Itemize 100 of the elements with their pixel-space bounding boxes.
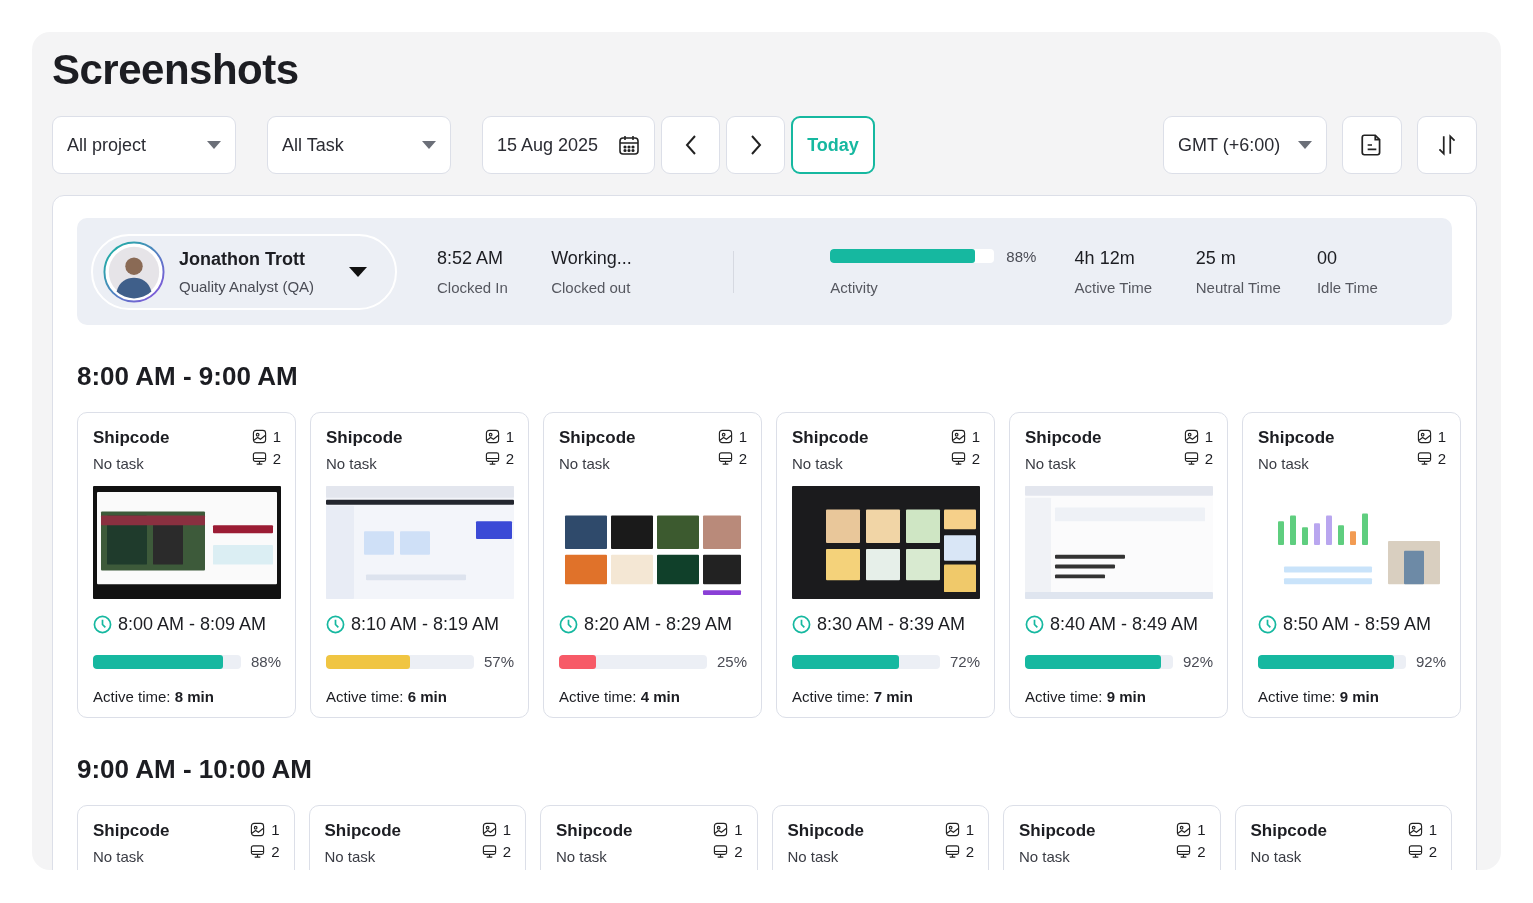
image-icon — [1183, 429, 1199, 444]
task-name: No task — [326, 455, 378, 472]
task-name: No task — [787, 848, 840, 865]
screenshot-card[interactable]: Shipcode No task 1 2 — [540, 805, 758, 870]
date-picker[interactable]: 15 Aug 2025 — [482, 116, 655, 174]
screenshot-card[interactable]: Shipcode No task 1 2 — [1234, 805, 1452, 870]
screenshot-card[interactable]: Shipcode No task 1 2 8:10 AM - 8:19 AM 57% Active time: 6 min — [310, 412, 529, 718]
project-name: Shipcode — [93, 428, 170, 448]
stat-label: Activity — [830, 278, 879, 296]
stat-label: Neutral Time — [1195, 278, 1282, 296]
project-name: Shipcode — [792, 428, 869, 448]
project-name: Shipcode — [324, 821, 401, 841]
page-title: Screenshots — [52, 46, 300, 94]
activity-percent: 92% — [1415, 653, 1446, 670]
screen-count: 2 — [738, 450, 747, 467]
chevron-right-icon — [749, 134, 762, 156]
image-icon — [1416, 429, 1432, 444]
project-name: Shipcode — [559, 428, 636, 448]
time-range: 8:40 AM - 8:49 AM — [1050, 614, 1199, 635]
user-name: Jonathon Trott — [179, 248, 306, 270]
image-count: 1 — [1204, 428, 1213, 445]
screenshot-card[interactable]: Shipcode No task 1 2 — [77, 805, 295, 870]
task-name: No task — [324, 848, 377, 865]
screen-count: 2 — [272, 450, 281, 467]
screen-count: 2 — [505, 450, 514, 467]
task-name: No task — [1019, 848, 1071, 865]
clock-icon — [559, 615, 578, 634]
stat-value: 4h 12m — [1074, 247, 1136, 269]
activity-percent: 25% — [716, 653, 747, 670]
screenshot-card[interactable]: Shipcode No task 1 2 — [308, 805, 526, 870]
monitor-icon — [1183, 451, 1199, 466]
clock-icon — [93, 615, 112, 634]
task-name: No task — [1025, 455, 1077, 472]
caret-icon — [207, 141, 221, 149]
timezone-dropdown[interactable]: GMT (+6:00) — [1163, 116, 1327, 174]
monitor-icon — [717, 451, 733, 466]
caret-icon — [422, 141, 436, 149]
image-count: 1 — [505, 428, 514, 445]
active-time: Active time: 9 min — [1025, 688, 1147, 705]
monitor-icon — [251, 451, 267, 466]
image-icon — [1176, 822, 1192, 837]
stat-label: Clocked In — [437, 278, 509, 296]
image-count: 1 — [971, 428, 980, 445]
task-name: No task — [1250, 848, 1303, 865]
active-time: Active time: 7 min — [792, 688, 914, 705]
project-name: Shipcode — [93, 821, 170, 841]
active-time: Active time: 9 min — [1258, 688, 1380, 705]
image-icon — [717, 429, 733, 444]
report-button[interactable] — [1342, 116, 1402, 174]
project-dropdown[interactable]: All project — [52, 116, 236, 174]
image-icon — [950, 429, 966, 444]
caret-icon — [1298, 141, 1312, 149]
screenshot-card[interactable]: Shipcode No task 1 2 8:40 AM - 8:49 AM 92% Active time: 9 min — [1009, 412, 1228, 718]
clock-icon — [1025, 615, 1044, 634]
image-count: 1 — [502, 821, 511, 838]
image-icon — [481, 822, 497, 837]
image-icon — [250, 822, 266, 837]
task-name: No task — [93, 848, 145, 865]
user-role: Quality Analyst (QA) — [179, 277, 316, 295]
caret-icon — [349, 266, 367, 277]
image-count: 1 — [1428, 821, 1437, 838]
time-range: 8:30 AM - 8:39 AM — [817, 614, 966, 635]
monitor-icon — [250, 844, 266, 859]
screenshot-card[interactable]: Shipcode No task 1 2 8:20 AM - 8:29 AM 25% Active time: 4 min — [543, 412, 762, 718]
user-selector[interactable]: Jonathon Trott Quality Analyst (QA) — [91, 233, 397, 310]
screenshot-card[interactable]: Shipcode No task 1 2 — [1003, 805, 1221, 870]
image-count: 1 — [738, 428, 747, 445]
screen-count: 2 — [271, 843, 280, 860]
sort-button[interactable] — [1417, 116, 1477, 174]
image-icon — [944, 822, 960, 837]
monitor-icon — [1407, 844, 1423, 859]
screenshot-card[interactable]: Shipcode No task 1 2 8:00 AM - 8:09 AM 88% Active time: 8 min — [77, 412, 296, 718]
time-range: 8:20 AM - 8:29 AM — [584, 614, 733, 635]
image-icon — [713, 822, 729, 837]
image-count: 1 — [965, 821, 974, 838]
image-count: 1 — [271, 821, 280, 838]
image-count: 1 — [734, 821, 743, 838]
image-count: 1 — [1437, 428, 1446, 445]
stat-label: Idle Time — [1316, 278, 1379, 296]
stat-value: 8:52 AM — [437, 247, 505, 269]
activity-percent: 92% — [1182, 653, 1213, 670]
clock-icon — [792, 615, 811, 634]
screenshot-card[interactable]: Shipcode No task 1 2 8:30 AM - 8:39 AM 72% Active time: 7 min — [776, 412, 995, 718]
image-icon — [1407, 822, 1423, 837]
screen-count: 2 — [1204, 450, 1213, 467]
clock-icon — [1258, 615, 1277, 634]
section-heading: 8:00 AM - 9:00 AM — [77, 361, 299, 392]
stat-value: 25 m — [1195, 247, 1237, 269]
project-name: Shipcode — [326, 428, 403, 448]
image-count: 1 — [272, 428, 281, 445]
screenshot-card[interactable]: Shipcode No task 1 2 — [771, 805, 989, 870]
project-name: Shipcode — [787, 821, 864, 841]
monitor-icon — [484, 451, 500, 466]
task-dropdown[interactable]: All Task — [267, 116, 451, 174]
screenshot-card[interactable]: Shipcode No task 1 2 8:50 AM - 8:59 AM 92% Active time: 9 min — [1242, 412, 1461, 718]
section-heading: 9:00 AM - 10:00 AM — [77, 754, 314, 785]
activity-percent: 72% — [949, 653, 980, 670]
chevron-left-icon — [684, 134, 697, 156]
time-range: 8:00 AM - 8:09 AM — [118, 614, 267, 635]
monitor-icon — [950, 451, 966, 466]
